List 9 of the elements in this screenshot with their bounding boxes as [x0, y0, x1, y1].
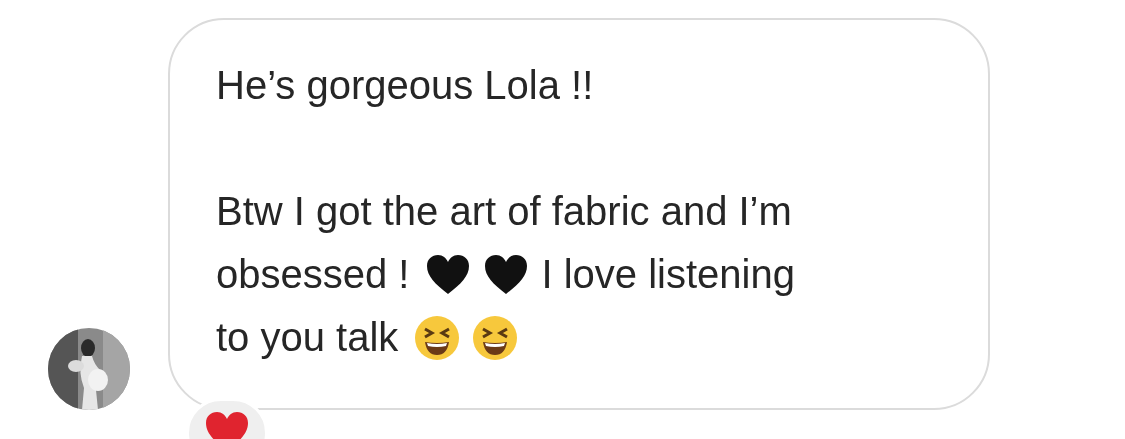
laughing-face-icon	[472, 314, 519, 361]
message-text: Btw I got the art of fabric and I’m	[216, 189, 792, 234]
message-text: He’s gorgeous Lola !!	[216, 63, 594, 108]
message-text: obsessed !	[216, 252, 410, 297]
heart-icon	[483, 253, 530, 296]
message-text: to you talk	[216, 315, 399, 360]
heart-icon	[425, 253, 472, 296]
laughing-face-icon	[414, 314, 461, 361]
message-text: I love listening	[541, 252, 795, 297]
